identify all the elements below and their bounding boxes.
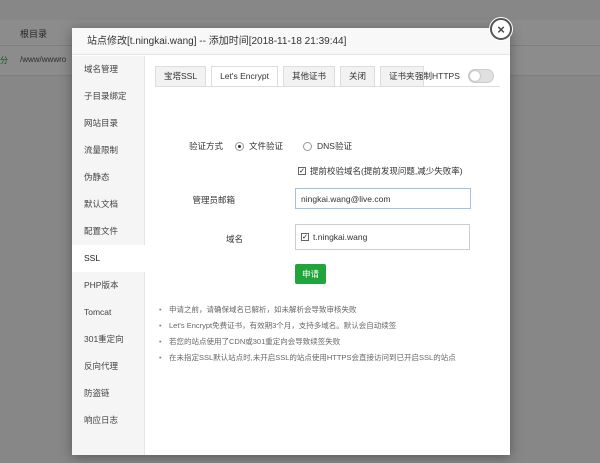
admin-email-input[interactable] bbox=[295, 188, 471, 209]
tab-other-cert[interactable]: 其他证书 bbox=[282, 66, 335, 87]
sidebar-item-ssl[interactable]: SSL bbox=[72, 245, 145, 272]
domain-label: 域名 bbox=[225, 234, 243, 244]
verify-method-label: 验证方式 bbox=[188, 141, 223, 151]
sidebar-item-default-doc[interactable]: 默认文档 bbox=[72, 191, 144, 218]
sidebar-item-traffic-limit[interactable]: 流量限制 bbox=[72, 137, 144, 164]
toggle-knob bbox=[469, 71, 480, 81]
ssl-notes: 申请之前，请确保域名已解析，如未解析会导致审核失败 Let's Encrypt免… bbox=[155, 302, 500, 366]
modal-close-button[interactable]: × bbox=[490, 18, 512, 40]
precheck-domain-label: 提前校验域名(提前发现问题,减少失败率) bbox=[310, 166, 463, 176]
sidebar-item-response-log[interactable]: 响应日志 bbox=[72, 407, 144, 434]
note-item: 若您的站点使用了CDN或301重定向会导致续签失败 bbox=[155, 334, 500, 350]
precheck-domain-checkbox[interactable]: ✓ 提前校验域名(提前发现问题,减少失败率) bbox=[298, 165, 463, 177]
note-item: 申请之前，请确保域名已解析，如未解析会导致审核失败 bbox=[155, 302, 500, 318]
force-https-toggle[interactable] bbox=[467, 69, 494, 83]
note-item: Let's Encrypt免费证书，有效期3个月，支持多域名。默认会自动续签 bbox=[155, 318, 500, 334]
modal-title: 站点修改[t.ningkai.wang] -- 添加时间[2018-11-18 … bbox=[72, 28, 510, 55]
note-item: 在未指定SSL默认站点时,未开启SSL的站点使用HTTPS会直接访问到已开启SS… bbox=[155, 350, 500, 366]
apply-button[interactable]: 申请 bbox=[295, 264, 327, 284]
domain-list: ✓ t.ningkai.wang bbox=[295, 224, 470, 250]
modal-sidebar: 域名管理 子目录绑定 网站目录 流量限制 伪静态 默认文档 配置文件 SSL P… bbox=[72, 56, 145, 455]
sidebar-item-redirect-301[interactable]: 301重定向 bbox=[72, 326, 144, 353]
radio-dns-verify[interactable]: DNS验证 bbox=[303, 140, 352, 152]
tab-lets-encrypt[interactable]: Let's Encrypt bbox=[211, 66, 278, 87]
domain-item-label: t.ningkai.wang bbox=[313, 232, 368, 242]
radio-file-verify[interactable]: 文件验证 bbox=[235, 140, 283, 152]
sidebar-item-php-version[interactable]: PHP版本 bbox=[72, 272, 144, 299]
close-icon: × bbox=[497, 21, 505, 37]
radio-checked-icon bbox=[235, 141, 244, 151]
force-https-label: 强制HTTPS bbox=[415, 71, 460, 81]
sidebar-item-subdir-binding[interactable]: 子目录绑定 bbox=[72, 83, 144, 110]
force-https: 强制HTTPS bbox=[415, 69, 494, 83]
sidebar-item-config-file[interactable]: 配置文件 bbox=[72, 218, 144, 245]
tab-baota-ssl[interactable]: 宝塔SSL bbox=[155, 66, 207, 87]
sidebar-item-tomcat[interactable]: Tomcat bbox=[72, 299, 144, 326]
checkbox-checked-icon: ✓ bbox=[301, 233, 309, 241]
admin-email-label: 管理员邮箱 bbox=[192, 195, 235, 205]
ssl-tabs: 宝塔SSL Let's Encrypt 其他证书 关闭 证书夹 bbox=[155, 66, 429, 87]
tab-close[interactable]: 关闭 bbox=[339, 66, 375, 87]
radio-file-verify-label: 文件验证 bbox=[249, 141, 284, 151]
checkbox-checked-icon: ✓ bbox=[298, 167, 306, 175]
radio-dns-verify-label: DNS验证 bbox=[317, 141, 352, 151]
sidebar-item-reverse-proxy[interactable]: 反向代理 bbox=[72, 353, 144, 380]
sidebar-item-site-directory[interactable]: 网站目录 bbox=[72, 110, 144, 137]
sidebar-item-domain[interactable]: 域名管理 bbox=[72, 56, 144, 83]
ssl-panel: 宝塔SSL Let's Encrypt 其他证书 关闭 证书夹 强制HTTPS … bbox=[145, 56, 510, 455]
domain-item-checkbox[interactable]: ✓ t.ningkai.wang bbox=[301, 232, 367, 242]
sidebar-item-rewrite[interactable]: 伪静态 bbox=[72, 164, 144, 191]
radio-unchecked-icon bbox=[303, 141, 312, 151]
site-edit-modal: 站点修改[t.ningkai.wang] -- 添加时间[2018-11-18 … bbox=[72, 28, 510, 455]
sidebar-item-hotlink-protection[interactable]: 防盗链 bbox=[72, 380, 144, 407]
tabs-divider bbox=[155, 86, 500, 87]
